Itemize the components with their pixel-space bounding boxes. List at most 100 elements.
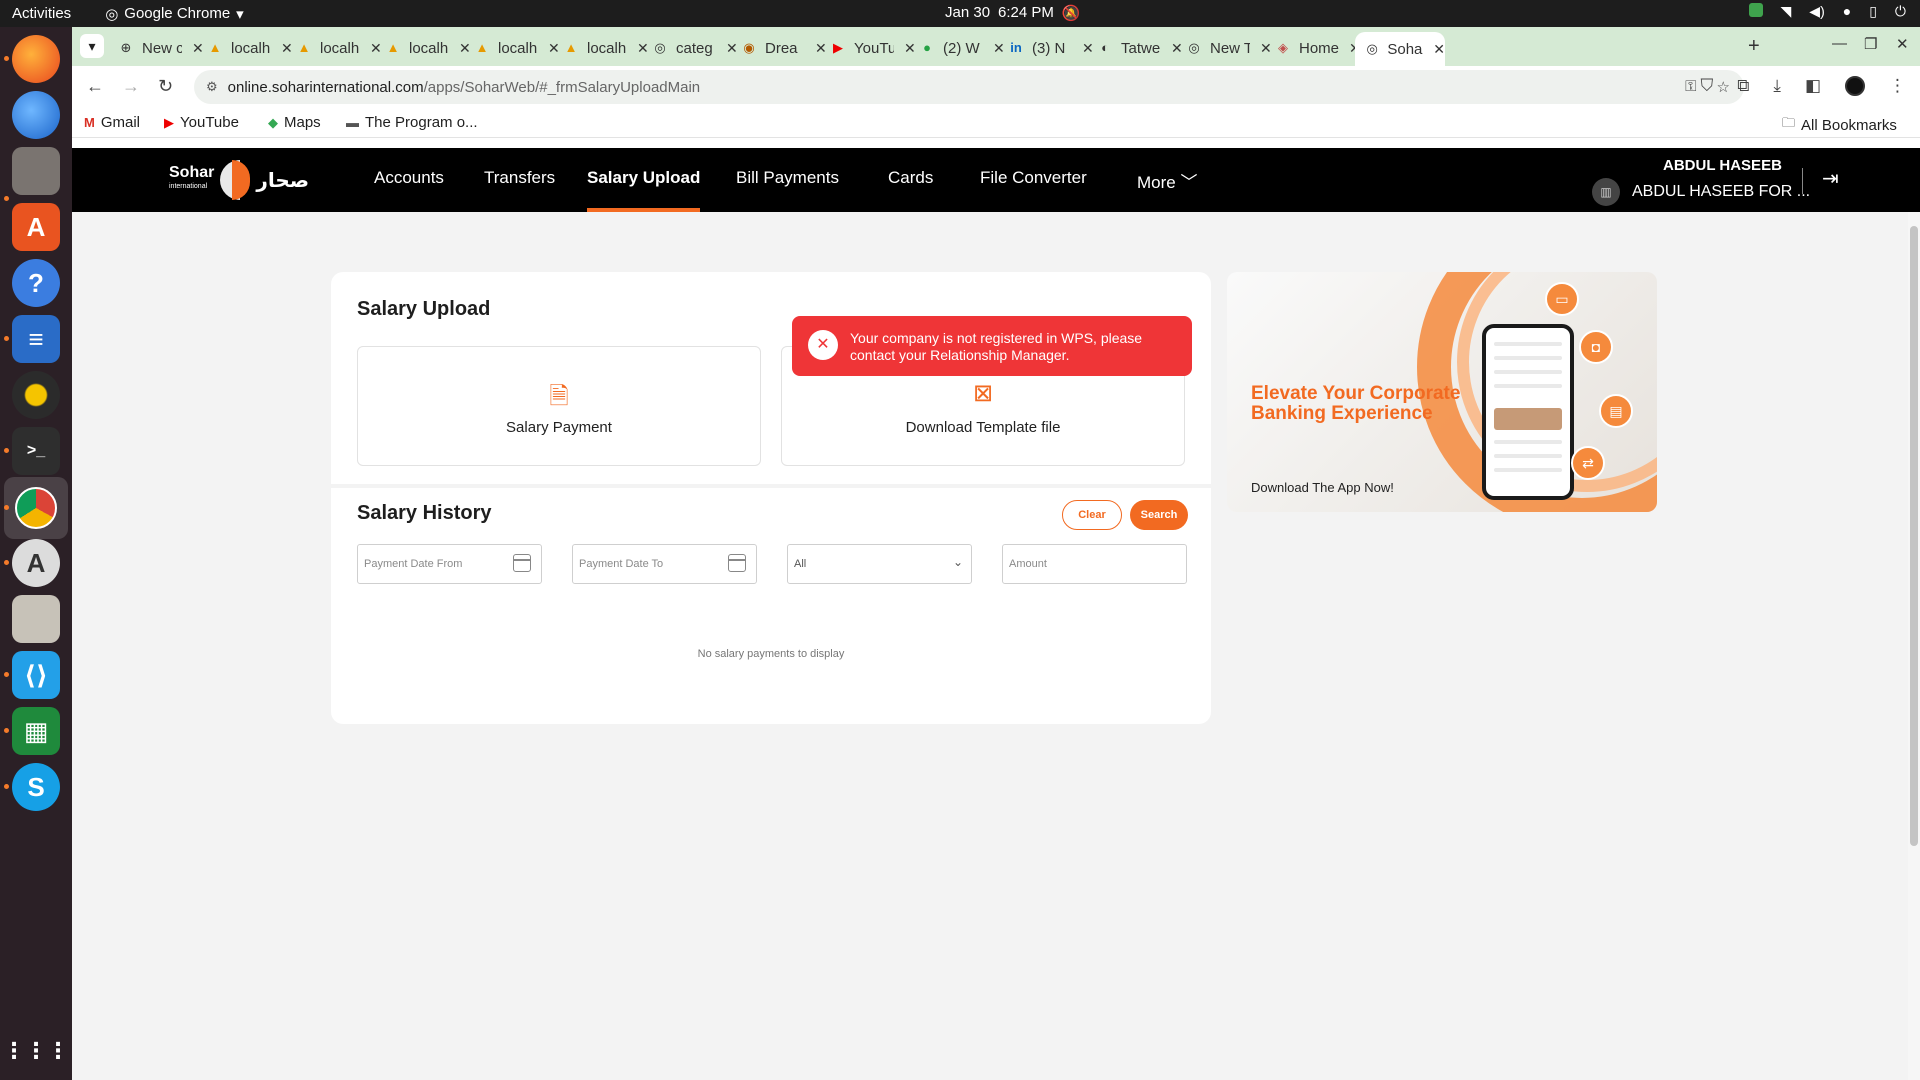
tab[interactable]: ▲ localh ✕ bbox=[464, 33, 560, 63]
app-grid-icon[interactable]: ⋮⋮⋮ bbox=[3, 1027, 69, 1075]
promo-subtext[interactable]: Download The App Now! bbox=[1251, 480, 1394, 495]
nav-file-converter[interactable]: File Converter bbox=[980, 168, 1087, 188]
bill-icon: ▤ bbox=[1599, 394, 1633, 428]
maximize-icon[interactable]: ❐ bbox=[1864, 35, 1877, 53]
download-icon[interactable]: ⤓ bbox=[1773, 76, 1781, 96]
terminal-icon[interactable]: >_ bbox=[12, 427, 60, 475]
app-name: Google Chrome bbox=[124, 5, 231, 22]
password-key-icon[interactable]: ⚿ bbox=[1685, 78, 1696, 96]
address-bar[interactable]: ⚙ online.soharinternational.com/apps/Soh… bbox=[194, 70, 1744, 104]
nav-transfers[interactable]: Transfers bbox=[484, 168, 555, 188]
main-content: Salary Upload 🗎 Salary Payment ⊠ Downloa… bbox=[72, 212, 1908, 1080]
tab[interactable]: ◎ New T ✕ bbox=[1176, 33, 1271, 63]
system-tray[interactable]: ◥ ◀) ● ▯ ⏻ bbox=[1748, 3, 1906, 20]
profile-avatar[interactable] bbox=[1845, 76, 1865, 96]
thunderbird-icon[interactable] bbox=[12, 91, 60, 139]
page-scrollbar[interactable] bbox=[1908, 212, 1920, 1080]
status-select[interactable]: All ⌄ bbox=[787, 544, 972, 584]
chevron-down-icon: ⌄ bbox=[952, 555, 963, 569]
nav-cards[interactable]: Cards bbox=[888, 168, 933, 188]
bookmark-gmail[interactable]: M Gmail bbox=[84, 114, 140, 131]
sohar-logo[interactable]: Sohar international صحار bbox=[169, 160, 309, 200]
site-info-icon[interactable]: ⚙ bbox=[206, 79, 218, 95]
forward-icon[interactable]: → bbox=[122, 76, 140, 97]
salary-payment-tile[interactable]: 🗎 Salary Payment bbox=[357, 346, 761, 466]
activities-button[interactable]: Activities bbox=[12, 5, 71, 22]
logout-icon[interactable]: ⇥ bbox=[1822, 166, 1839, 191]
side-panel-icon[interactable]: ◧ bbox=[1805, 76, 1821, 96]
close-icon[interactable]: ✕ bbox=[1433, 41, 1445, 58]
calc-icon[interactable]: ▦ bbox=[12, 707, 60, 755]
tab-search-button[interactable]: ▾ bbox=[80, 34, 104, 58]
nav-bill-payments[interactable]: Bill Payments bbox=[736, 168, 839, 188]
bookmark-maps[interactable]: ◆ Maps bbox=[268, 114, 321, 131]
tab-active[interactable]: ◎ Sohar ✕ bbox=[1355, 32, 1445, 66]
all-bookmarks[interactable]: 🗀 All Bookmarks bbox=[1782, 114, 1897, 136]
clock[interactable]: Jan 30 6:24 PM 🔕 bbox=[945, 4, 1081, 22]
microphone-icon: ● bbox=[1842, 3, 1852, 19]
new-tab-button[interactable]: + bbox=[1748, 35, 1760, 58]
software-updater-icon[interactable]: A bbox=[12, 539, 60, 587]
tab[interactable]: ◉ Drea ✕ bbox=[731, 33, 826, 63]
tab[interactable]: ◐ Tatwe ✕ bbox=[1087, 33, 1183, 63]
company-building-icon[interactable]: ▥ bbox=[1592, 178, 1620, 206]
logo-text-en: Sohar international bbox=[169, 165, 214, 194]
firefox-icon[interactable] bbox=[12, 35, 60, 83]
gmail-icon: M bbox=[84, 115, 95, 130]
extensions-puzzle-icon[interactable]: ⧉ bbox=[1737, 76, 1749, 96]
tab[interactable]: ▶ YouTu ✕ bbox=[820, 33, 916, 63]
payment-date-to-field[interactable]: Payment Date To bbox=[572, 544, 757, 584]
nav-salary-upload[interactable]: Salary Upload bbox=[587, 168, 701, 212]
amount-field[interactable]: Amount bbox=[1002, 544, 1187, 584]
tab[interactable]: ⊕ New c ✕ bbox=[108, 33, 204, 63]
tab[interactable]: ▲ localh ✕ bbox=[286, 33, 382, 63]
phone-mockup bbox=[1482, 324, 1574, 500]
tab-title: localh bbox=[587, 39, 627, 57]
calendar-icon[interactable] bbox=[728, 554, 746, 572]
clear-button[interactable]: Clear bbox=[1062, 500, 1122, 530]
menu-kebab-icon[interactable]: ⋮ bbox=[1889, 76, 1906, 96]
tab[interactable]: ◈Home✕ bbox=[1265, 33, 1361, 63]
bookmark-youtube[interactable]: ▶ YouTube bbox=[164, 114, 239, 131]
tab[interactable]: ▲ localh ✕ bbox=[197, 33, 293, 63]
clock-date: Jan 30 bbox=[945, 4, 991, 21]
tab[interactable]: ◎ categ ✕ bbox=[642, 33, 737, 63]
skype-icon[interactable]: S bbox=[12, 763, 60, 811]
files-icon[interactable] bbox=[12, 147, 60, 195]
nav-more[interactable]: More ﹀ bbox=[1137, 168, 1197, 193]
tab[interactable]: ● (2) W ✕ bbox=[909, 33, 1005, 63]
writer-icon[interactable]: ≡ bbox=[12, 315, 60, 363]
vscode-icon[interactable]: ⟨⟩ bbox=[12, 651, 60, 699]
error-close-icon[interactable]: ✕ bbox=[808, 330, 838, 360]
app-center-icon[interactable]: A bbox=[12, 203, 60, 251]
archive-icon[interactable] bbox=[12, 595, 60, 643]
rhythmbox-icon[interactable] bbox=[12, 371, 60, 419]
app-menu[interactable]: ◎ Google Chrome ▾ bbox=[105, 5, 244, 23]
tab-title: Tatwe bbox=[1121, 39, 1161, 57]
calendar-icon[interactable] bbox=[513, 554, 531, 572]
nav-accounts[interactable]: Accounts bbox=[374, 168, 444, 188]
chrome-icon[interactable] bbox=[4, 477, 68, 539]
tab-title: New c bbox=[142, 39, 182, 57]
back-icon[interactable]: ← bbox=[86, 76, 104, 97]
reload-icon[interactable]: ↻ bbox=[158, 76, 173, 97]
extension-shield-icon[interactable]: ⛉ bbox=[1701, 76, 1714, 96]
tab-favicon: ▶ bbox=[833, 40, 843, 55]
volume-icon: ◀) bbox=[1809, 3, 1825, 19]
user-company[interactable]: ABDUL HASEEB FOR ... bbox=[1632, 183, 1810, 201]
tab[interactable]: ▲ localh ✕ bbox=[553, 33, 649, 63]
payment-date-from-field[interactable]: Payment Date From bbox=[357, 544, 542, 584]
bookmarks-bar: M Gmail ▶ YouTube ◆ Maps ▬ The Program o... … bbox=[72, 108, 1920, 138]
scrollbar-thumb[interactable] bbox=[1910, 226, 1918, 846]
minimize-icon[interactable]: — bbox=[1832, 35, 1847, 52]
promo-banner[interactable]: ▭ ◘ ▤ ⇄ Elevate Your Corporate Banking E… bbox=[1227, 272, 1657, 512]
tab[interactable]: in (3) N ✕ bbox=[998, 33, 1094, 63]
tab-favicon: ◎ bbox=[1188, 40, 1200, 55]
logo-mark bbox=[220, 160, 251, 200]
help-icon[interactable]: ? bbox=[12, 259, 60, 307]
tab-favicon: ● bbox=[923, 40, 931, 55]
search-button[interactable]: Search bbox=[1130, 500, 1188, 530]
bookmark-program[interactable]: ▬ The Program o... bbox=[346, 114, 478, 131]
close-window-icon[interactable]: ✕ bbox=[1896, 35, 1909, 53]
tab[interactable]: ▲ localh ✕ bbox=[375, 33, 471, 63]
